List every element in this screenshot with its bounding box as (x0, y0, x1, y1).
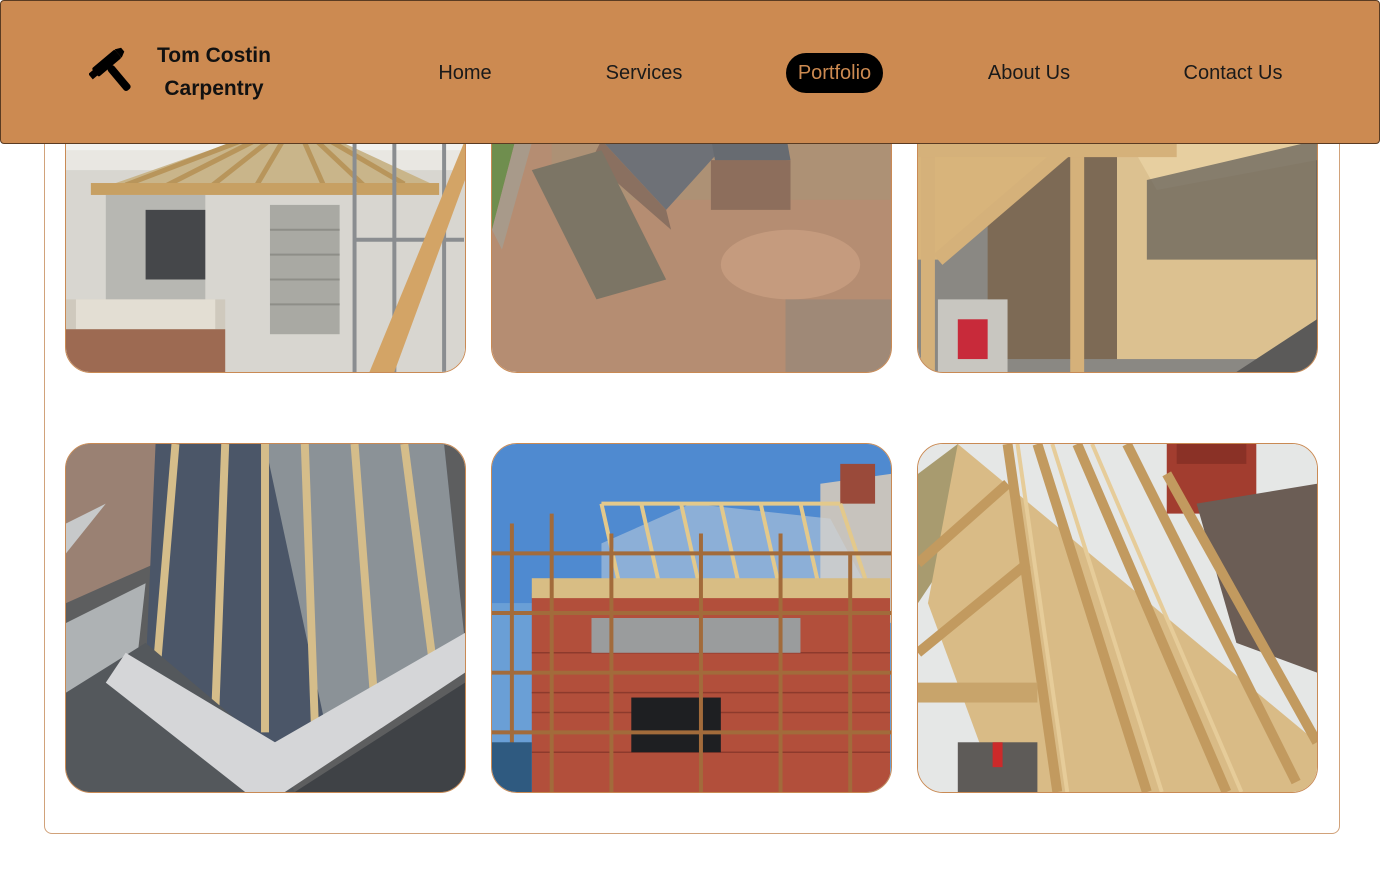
nav-home[interactable]: Home (426, 53, 504, 93)
photo-6-image (918, 444, 1317, 792)
brand-name: Tom Costin Carpentry (153, 39, 275, 105)
hammer-icon (88, 47, 139, 97)
nav-about-us[interactable]: About Us (976, 53, 1082, 93)
photo-5-image (492, 444, 891, 792)
photo-4-image (66, 444, 465, 792)
portfolio-photo-5[interactable] (491, 443, 892, 793)
brand-name-line2: Carpentry (164, 77, 264, 100)
portfolio-photo-6[interactable] (917, 443, 1318, 793)
brand-logo[interactable]: Tom Costin Carpentry (88, 39, 275, 105)
brand-name-line1: Tom Costin (157, 44, 271, 67)
nav-portfolio[interactable]: Portfolio (786, 53, 883, 93)
portfolio-photo-4[interactable] (65, 443, 466, 793)
site-header: Tom Costin Carpentry Home Services Portf… (0, 0, 1380, 144)
nav-contact-us[interactable]: Contact Us (1173, 53, 1293, 93)
nav-services[interactable]: Services (596, 53, 692, 93)
